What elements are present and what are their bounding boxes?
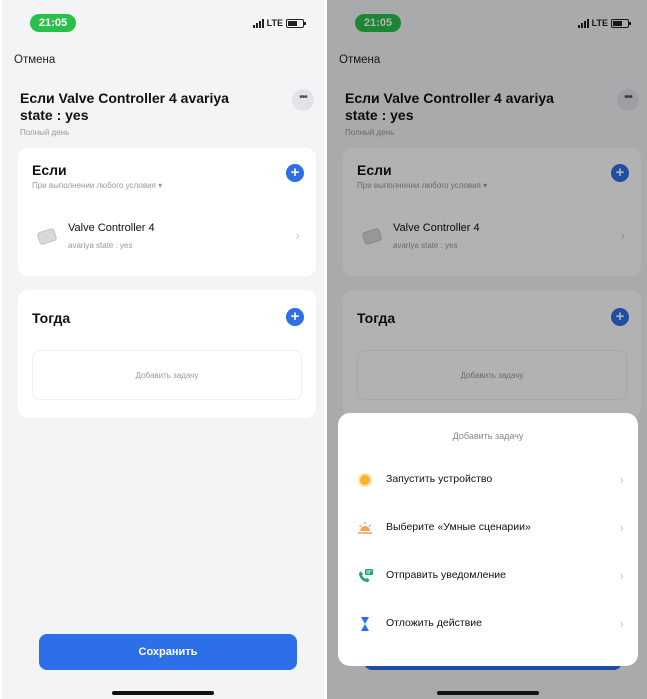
sheet-item-smart-scenes[interactable]: Выберите «Умные сценарии» › (338, 513, 638, 543)
sheet-item-label: Выберите «Умные сценарии» (386, 521, 531, 533)
device-name: Valve Controller 4 (68, 222, 155, 234)
chevron-right-icon: › (619, 616, 624, 631)
notification-phone-icon (356, 567, 374, 585)
add-task-sheet: Добавить задачу Запустить устройство › В… (338, 413, 638, 666)
condition-mode-selector[interactable]: При выполнении любого условия ▾ (32, 181, 162, 190)
sheet-item-run-device[interactable]: Запустить устройство › (338, 465, 638, 495)
add-task-placeholder[interactable]: Добавить задачу (32, 350, 302, 400)
sun-icon (356, 471, 374, 489)
sheet-title: Добавить задачу (452, 431, 524, 441)
sheet-item-label: Отправить уведомление (386, 569, 506, 581)
scene-title[interactable]: Если Valve Controller 4 avariya state : … (20, 90, 250, 124)
network-type: LTE (266, 18, 283, 28)
then-heading: Тогда (32, 310, 71, 326)
status-indicators: LTE (252, 18, 306, 28)
chevron-right-icon: › (619, 472, 624, 487)
add-task-label: Добавить задачу (135, 371, 199, 380)
status-time: 21:05 (30, 14, 76, 32)
hourglass-icon (356, 615, 374, 633)
battery-icon (286, 18, 306, 28)
home-indicator[interactable] (112, 691, 214, 695)
sheet-item-delay-action[interactable]: Отложить действие › (338, 609, 638, 639)
signal-icon (252, 18, 264, 28)
chevron-right-icon: › (619, 520, 624, 535)
add-condition-button[interactable]: + (286, 164, 304, 182)
cancel-button[interactable]: Отмена (14, 54, 55, 66)
add-action-button[interactable]: + (286, 308, 304, 326)
valve-device-icon (36, 227, 58, 246)
then-card: Тогда + Добавить задачу (18, 290, 316, 418)
chevron-down-icon: ▾ (158, 181, 163, 190)
save-button[interactable]: Сохранить (39, 634, 297, 670)
condition-device-row[interactable]: Valve Controller 4 avariya state : yes › (32, 218, 302, 258)
if-heading: Если (32, 162, 67, 178)
sheet-item-label: Отложить действие (386, 617, 482, 629)
device-state: avariya state : yes (68, 241, 133, 250)
automation-editor-screen: 21:05 LTE Отмена Если Valve Controller 4… (2, 0, 324, 699)
status-bar: 21:05 LTE (2, 10, 324, 34)
sheet-item-label: Запустить устройство (386, 473, 493, 485)
automation-editor-screen-with-sheet: 21:05 LTE Отмена Если Valve Controller 4… (327, 0, 647, 699)
chevron-right-icon: › (619, 568, 624, 583)
more-options-button[interactable]: ••• (292, 89, 314, 111)
sheet-item-send-notification[interactable]: Отправить уведомление › (338, 561, 638, 591)
condition-mode-label: При выполнении любого условия (32, 181, 156, 190)
sunrise-icon (356, 519, 374, 537)
chevron-right-icon: › (295, 228, 300, 243)
scene-schedule[interactable]: Полный день (20, 128, 69, 137)
if-card: Если При выполнении любого условия ▾ + V… (18, 148, 316, 276)
home-indicator[interactable] (437, 691, 539, 695)
